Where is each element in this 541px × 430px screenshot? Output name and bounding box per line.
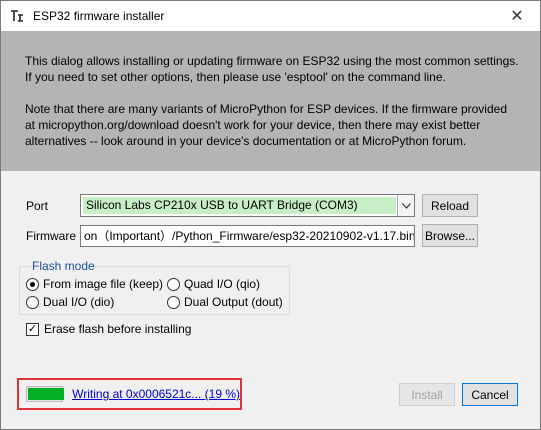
port-select[interactable]: Silicon Labs CP210x USB to UART Bridge (… <box>80 194 415 217</box>
install-button[interactable]: Install <box>399 383 455 406</box>
progress-status-link[interactable]: Writing at 0x0006521c... (19 %) <box>72 387 240 401</box>
radio-dot <box>26 295 39 309</box>
firmware-path-input[interactable]: on（Important）/Python_Firmware/esp32-2021… <box>80 225 415 247</box>
radio-dot <box>167 277 180 291</box>
info-paragraph-intro: This dialog allows installing or updatin… <box>25 54 519 84</box>
title-bar: ESP32 firmware installer ✕ <box>1 1 540 31</box>
info-paragraph-variants: Note that there are many variants of Mic… <box>25 102 507 148</box>
firmware-label: Firmware <box>26 229 76 243</box>
progress-bar <box>26 386 64 402</box>
progress-fill <box>28 388 64 400</box>
flash-mode-label: Flash mode <box>31 259 96 273</box>
radio-dual-io[interactable]: Dual I/O (dio) <box>26 295 114 309</box>
radio-quad-io[interactable]: Quad I/O (qio) <box>167 277 260 291</box>
radio-label: Dual Output (dout) <box>184 295 283 309</box>
close-button[interactable]: ✕ <box>494 1 540 31</box>
radio-label: Quad I/O (qio) <box>184 277 261 291</box>
radio-dual-output[interactable]: Dual Output (dout) <box>167 295 283 309</box>
radio-from-image-file[interactable]: From image file (keep) <box>26 277 163 291</box>
info-panel: This dialog allows installing or updatin… <box>1 31 540 171</box>
reload-button-label: Reload <box>430 198 470 213</box>
radio-dot <box>167 295 180 309</box>
cancel-button-label: Cancel <box>471 387 509 402</box>
thonny-app-icon <box>10 9 24 23</box>
chevron-down-icon[interactable] <box>397 195 414 216</box>
window-title: ESP32 firmware installer <box>33 9 165 23</box>
radio-label: Dual I/O (dio) <box>43 295 115 309</box>
installer-dialog: ESP32 firmware installer ✕ This dialog a… <box>0 0 541 430</box>
erase-flash-checkbox[interactable]: ✓ Erase flash before installing <box>26 322 191 336</box>
radio-label: From image file (keep) <box>43 277 164 291</box>
install-button-label: Install <box>411 387 443 402</box>
port-label: Port <box>26 199 49 213</box>
browse-button-label: Browse... <box>424 228 475 243</box>
port-selected-value: Silicon Labs CP210x USB to UART Bridge (… <box>83 197 396 214</box>
radio-dot <box>26 277 39 291</box>
checkmark-icon: ✓ <box>26 322 39 336</box>
progress-highlight: Writing at 0x0006521c... (19 %) <box>17 378 242 410</box>
close-icon: ✕ <box>510 8 524 25</box>
browse-button[interactable]: Browse... <box>422 224 478 247</box>
reload-button[interactable]: Reload <box>422 194 478 217</box>
cancel-button[interactable]: Cancel <box>462 383 518 406</box>
erase-flash-label: Erase flash before installing <box>44 322 192 336</box>
